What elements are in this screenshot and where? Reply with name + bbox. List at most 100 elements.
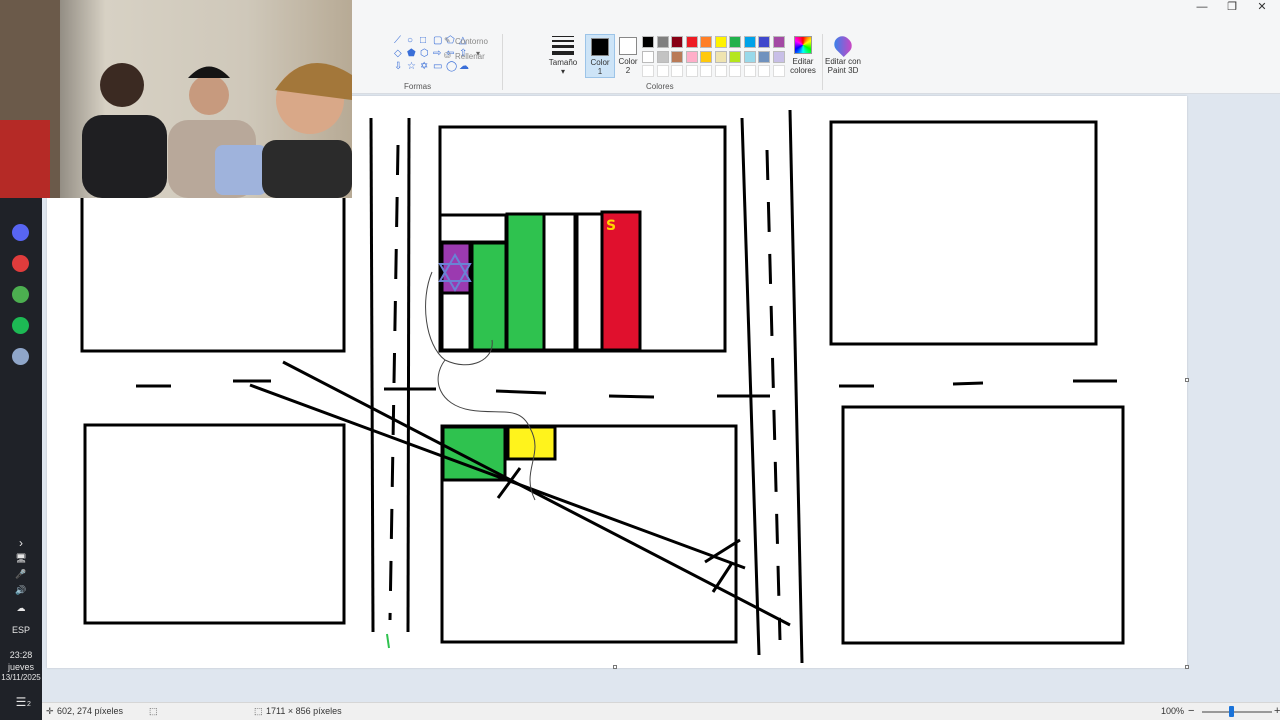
zoom-slider[interactable]: [1202, 711, 1272, 713]
clock-time[interactable]: 23:28: [0, 650, 42, 660]
palette-color[interactable]: [700, 50, 712, 63]
palette-color[interactable]: [729, 36, 741, 48]
palette-color[interactable]: [671, 50, 683, 63]
palette-color[interactable]: [714, 36, 727, 48]
edit-colors-button[interactable]: Editar colores: [788, 36, 818, 80]
color1-swatch: [591, 38, 609, 56]
zoom-slider-thumb[interactable]: [1229, 706, 1234, 717]
palette-color[interactable]: [700, 36, 712, 48]
color-spectrum-icon: [794, 36, 812, 54]
down-arrow-shape-icon[interactable]: ⇩: [394, 62, 402, 72]
palette-color[interactable]: [642, 36, 654, 48]
record-icon[interactable]: [12, 255, 29, 272]
star-six-shape-icon[interactable]: ✡: [420, 62, 428, 72]
callout-shape-icon[interactable]: ▭: [433, 62, 442, 72]
lane-marking: [608, 394, 655, 399]
palette-color[interactable]: [656, 36, 669, 48]
palette-color[interactable]: [642, 50, 654, 63]
tray-display-icon[interactable]: 🖥: [0, 553, 42, 564]
oval-shape-icon[interactable]: ○: [407, 36, 413, 46]
pentagon-shape-icon[interactable]: ⬟: [407, 49, 416, 59]
color1-button[interactable]: Color 1: [585, 34, 615, 78]
palette-custom-slot[interactable]: [656, 65, 669, 77]
webcam-image: [0, 0, 352, 198]
color2-button[interactable]: Color 2: [618, 34, 638, 78]
webcam-overlay: [0, 0, 352, 198]
restore-button[interactable]: ❐: [1217, 0, 1247, 14]
palette-custom-slot[interactable]: [671, 65, 683, 77]
palette-custom-slot[interactable]: [714, 65, 727, 77]
color1-label: Color: [590, 58, 610, 67]
palette-custom-slot[interactable]: [743, 65, 756, 77]
discord-icon[interactable]: [12, 224, 29, 241]
oval-callout-shape-icon[interactable]: ◯: [446, 62, 457, 72]
status-bar: ✛ 602, 274 píxeles ⬚ ⬚ 1711 × 856 píxele…: [42, 702, 1280, 720]
flag-stripe-green: [505, 212, 546, 352]
palette-color[interactable]: [743, 50, 756, 63]
edit-colors-label-1: Editar: [792, 57, 814, 66]
outline-icon: ✎: [444, 36, 451, 45]
building-purple: [440, 241, 472, 295]
palette-custom-slot[interactable]: [700, 65, 712, 77]
palette-custom-slot[interactable]: [772, 65, 785, 77]
cursor-position: 602, 274 píxeles: [57, 706, 124, 716]
line-shape-icon[interactable]: ⟋: [394, 36, 401, 46]
paint-icon[interactable]: [12, 348, 29, 365]
tray-microphone-icon[interactable]: 🎤: [0, 569, 42, 580]
palette-color[interactable]: [772, 50, 785, 63]
cursor-position-icon: ✛: [46, 706, 54, 716]
fill-button[interactable]: Rellenar: [455, 52, 485, 61]
star-shape-icon[interactable]: ☆: [407, 62, 416, 72]
canvas-resize-handle[interactable]: [1185, 665, 1189, 669]
diamond-shape-icon[interactable]: ◇: [394, 49, 402, 59]
building: [440, 291, 472, 352]
canvas-resize-handle[interactable]: [613, 665, 617, 669]
palette-color[interactable]: [758, 50, 770, 63]
tray-cloud-icon[interactable]: ☁: [0, 603, 42, 614]
tray-volume-icon[interactable]: 🔊: [0, 585, 42, 596]
color1-number: 1: [597, 67, 603, 76]
taskbar-chevron-icon[interactable]: ›: [0, 536, 42, 550]
palette-color[interactable]: [671, 36, 683, 48]
palette-color[interactable]: [758, 36, 770, 48]
palette-custom-slot[interactable]: [758, 65, 770, 77]
paint3d-icon: [830, 32, 856, 58]
ribbon-divider: [502, 34, 503, 90]
road-edge: [249, 383, 746, 570]
palette-color[interactable]: [685, 36, 698, 48]
spotify-icon[interactable]: [12, 317, 29, 334]
language-indicator[interactable]: ESP: [0, 625, 42, 635]
zoom-out-button[interactable]: −: [1188, 703, 1194, 720]
close-button[interactable]: ✕: [1247, 0, 1277, 14]
hexagon-shape-icon[interactable]: ⬡: [420, 49, 429, 59]
canvas-size-icon: ⬚: [254, 706, 263, 716]
ribbon-divider: [822, 34, 823, 90]
barrier-mark: [711, 562, 734, 593]
canvas-resize-handle[interactable]: [1185, 378, 1189, 382]
palette-color[interactable]: [714, 50, 727, 63]
palette-color[interactable]: [656, 50, 669, 63]
palette-color[interactable]: [685, 50, 698, 63]
size-button[interactable]: Tamaño ▾: [548, 36, 578, 78]
road-edge: [282, 360, 791, 627]
paint3d-label-2: Paint 3D: [827, 66, 859, 75]
edit-colors-label-2: colores: [790, 66, 816, 75]
palette-color[interactable]: [772, 36, 785, 48]
right-arrow-shape-icon[interactable]: ⇨: [433, 49, 441, 59]
rounded-rectangle-shape-icon[interactable]: ▢: [433, 36, 442, 46]
flag-stripe-white: [542, 212, 577, 352]
palette-custom-slot[interactable]: [642, 65, 654, 77]
cloud-callout-shape-icon[interactable]: ☁: [459, 62, 469, 72]
rectangle-shape-icon[interactable]: □: [420, 36, 426, 46]
size-label: Tamaño: [548, 58, 578, 67]
minimize-button[interactable]: —: [1187, 0, 1217, 14]
palette-custom-slot[interactable]: [685, 65, 698, 77]
outline-button[interactable]: Contorno: [455, 37, 488, 46]
chrome-icon[interactable]: [12, 286, 29, 303]
palette-color[interactable]: [729, 50, 741, 63]
green-mark: [386, 633, 390, 649]
edit-with-paint3d-button[interactable]: Editar con Paint 3D: [822, 32, 864, 80]
palette-custom-slot[interactable]: [729, 65, 741, 77]
zoom-in-button[interactable]: +: [1274, 703, 1280, 720]
palette-color[interactable]: [743, 36, 756, 48]
